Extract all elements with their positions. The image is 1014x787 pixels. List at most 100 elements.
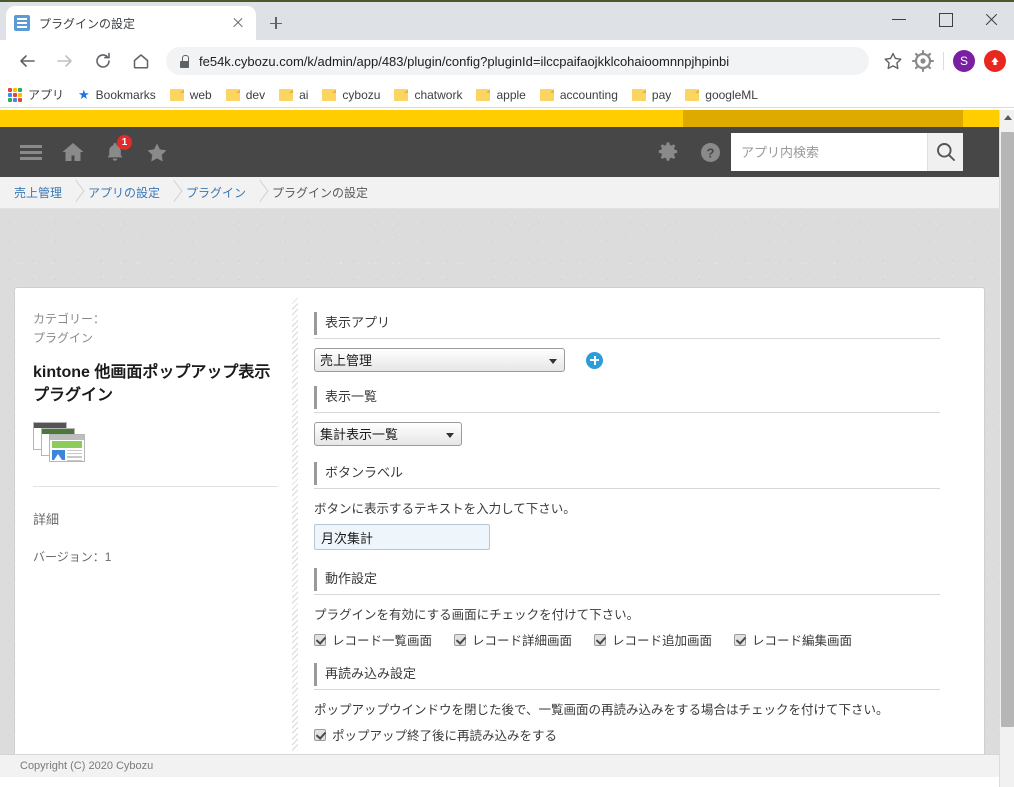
scrollbar-thumb[interactable] bbox=[1001, 132, 1014, 727]
help-icon[interactable]: ? bbox=[689, 127, 731, 177]
bookmark-folder-cybozu[interactable]: cybozu bbox=[322, 88, 380, 102]
reload-button[interactable] bbox=[88, 46, 118, 76]
extension-red-icon[interactable] bbox=[984, 50, 1006, 72]
browser-tab[interactable]: プラグインの設定 bbox=[6, 6, 256, 40]
folder-icon bbox=[685, 88, 700, 101]
favorite-star-icon[interactable] bbox=[136, 127, 178, 177]
checkbox-box[interactable] bbox=[314, 728, 326, 741]
display-app-select[interactable]: 売上管理 bbox=[314, 348, 565, 372]
window-close-button[interactable] bbox=[968, 2, 1014, 36]
section-rule bbox=[314, 594, 940, 595]
back-button[interactable] bbox=[12, 46, 42, 76]
checkbox-reload-after-popup[interactable]: ポップアップ終了後に再読み込みをする bbox=[314, 725, 557, 744]
extensions-puzzle-icon[interactable] bbox=[909, 47, 937, 75]
tab-title: プラグインの設定 bbox=[39, 16, 136, 31]
checkbox-label: レコード詳細画面 bbox=[472, 634, 573, 648]
bookmark-star-icon[interactable] bbox=[879, 47, 907, 75]
display-app-select-wrapper[interactable]: 売上管理 bbox=[314, 348, 565, 372]
bookmark-folder-apple[interactable]: apple bbox=[476, 88, 526, 102]
plugin-settings-form: 表示アプリ 売上管理 表示一覧 集計表示一覧 ボタンラベル ボタンに表示するテキ… bbox=[298, 288, 984, 761]
folder-icon bbox=[394, 88, 409, 101]
checkbox-box[interactable] bbox=[594, 633, 607, 646]
new-tab-button[interactable] bbox=[262, 9, 290, 37]
bookmark-folder-chatwork[interactable]: chatwork bbox=[394, 88, 462, 102]
scroll-up-arrow-icon[interactable] bbox=[1000, 110, 1014, 125]
svg-text:?: ? bbox=[706, 145, 714, 160]
bookmark-label: googleML bbox=[705, 87, 758, 102]
profile-avatar[interactable]: S bbox=[953, 50, 975, 72]
breadcrumb: 売上管理 アプリの設定 プラグイン プラグインの設定 bbox=[0, 177, 999, 209]
checkbox-label: レコード一覧画面 bbox=[332, 634, 433, 648]
plugin-icon-lines bbox=[67, 449, 82, 462]
bookmark-folder-web[interactable]: web bbox=[169, 87, 212, 102]
bookmark-folder-ai[interactable]: ai bbox=[279, 88, 308, 102]
notification-bell-icon[interactable]: 1 bbox=[94, 127, 136, 177]
kintone-header-right: ? bbox=[647, 127, 999, 177]
checkbox-box[interactable] bbox=[734, 633, 747, 646]
breadcrumb-separator-icon bbox=[62, 177, 88, 209]
folder-icon bbox=[322, 88, 337, 101]
apps-grid-icon bbox=[8, 87, 22, 102]
bookmark-bookmarks[interactable]: ★ Bookmarks bbox=[78, 88, 156, 102]
display-view-select-wrapper[interactable]: 集計表示一覧 bbox=[314, 422, 462, 446]
section-display-app: 表示アプリ 売上管理 bbox=[314, 312, 940, 372]
bookmark-folder-dev[interactable]: dev bbox=[225, 88, 265, 102]
plugin-config-card: カテゴリー： プラグイン kintone 他画面ポップアップ表示プラグイン 詳細… bbox=[14, 287, 985, 762]
bookmark-label: pay bbox=[651, 87, 672, 102]
search-button[interactable] bbox=[927, 133, 963, 171]
search-input[interactable] bbox=[731, 134, 927, 170]
page-scrollbar[interactable] bbox=[999, 110, 1014, 787]
checkbox-record-create[interactable]: レコード追加画面 bbox=[594, 630, 712, 649]
add-app-button[interactable] bbox=[586, 351, 604, 369]
breadcrumb-separator-icon bbox=[160, 177, 186, 209]
checkbox-record-edit[interactable]: レコード編集画面 bbox=[734, 630, 852, 649]
hamburger-icon[interactable] bbox=[10, 127, 52, 177]
window-maximize-button[interactable] bbox=[922, 2, 968, 36]
notification-badge: 1 bbox=[117, 135, 132, 150]
window-minimize-button[interactable] bbox=[876, 2, 922, 36]
section-help-text: ポップアップウインドウを閉じた後で、一覧画面の再読み込みをする場合はチェックを付… bbox=[314, 703, 889, 717]
plugin-windows-icon bbox=[33, 421, 85, 462]
checkbox-record-list[interactable]: レコード一覧画面 bbox=[314, 630, 432, 649]
bookmark-folder-pay[interactable]: pay bbox=[631, 87, 672, 102]
section-behavior: 動作設定 プラグインを有効にする画面にチェックを付けて下さい。 レコード一覧画面 bbox=[314, 568, 940, 649]
forward-button[interactable] bbox=[50, 46, 80, 76]
breadcrumb-item-app-settings[interactable]: アプリの設定 bbox=[88, 184, 160, 201]
button-label-input[interactable] bbox=[314, 524, 490, 550]
section-help-text: プラグインを有効にする画面にチェックを付けて下さい。 bbox=[314, 608, 640, 622]
app-search-box[interactable] bbox=[731, 133, 963, 171]
theme-bar-right bbox=[963, 110, 999, 127]
section-rule bbox=[314, 488, 940, 489]
address-bar[interactable]: fe54k.cybozu.com/k/admin/app/483/plugin/… bbox=[166, 47, 869, 75]
bookmark-apps[interactable]: アプリ bbox=[8, 86, 64, 103]
checkbox-record-detail[interactable]: レコード詳細画面 bbox=[454, 630, 572, 649]
bookmark-label: Bookmarks bbox=[95, 87, 156, 102]
tab-close-icon[interactable] bbox=[228, 13, 248, 33]
bookmark-label: accounting bbox=[559, 87, 618, 102]
bookmark-label: web bbox=[189, 87, 212, 102]
window-controls bbox=[876, 2, 1014, 36]
bookmark-folder-googleml[interactable]: googleML bbox=[685, 88, 758, 102]
section-button-label: ボタンラベル ボタンに表示するテキストを入力して下さい。 bbox=[314, 462, 940, 550]
bookmark-folder-accounting[interactable]: accounting bbox=[539, 87, 618, 102]
gear-icon[interactable] bbox=[647, 127, 689, 177]
bookmark-label: chatwork bbox=[414, 87, 463, 102]
plugin-info-panel: カテゴリー： プラグイン kintone 他画面ポップアップ表示プラグイン 詳細… bbox=[15, 288, 298, 761]
checkbox-label: レコード追加画面 bbox=[612, 634, 713, 648]
display-view-select[interactable]: 集計表示一覧 bbox=[314, 422, 462, 446]
breadcrumb-item-app[interactable]: 売上管理 bbox=[14, 184, 62, 201]
kintone-theme-bar bbox=[0, 110, 999, 127]
checkbox-box[interactable] bbox=[454, 633, 467, 646]
plugin-icon-image bbox=[52, 449, 65, 460]
behavior-checkbox-group: レコード一覧画面 レコード詳細画面 レコード追加画面 レコード編集画面 bbox=[314, 630, 940, 649]
section-rule bbox=[314, 689, 940, 690]
section-label: 表示一覧 bbox=[314, 386, 940, 409]
home-icon[interactable] bbox=[52, 127, 94, 177]
kintone-header-left: 1 bbox=[0, 127, 178, 177]
kintone-page: 1 ? アプリ内検索 売上管理 アプリの設定 プラグイン プラグインの設定 カテ… bbox=[0, 110, 999, 787]
breadcrumb-item-plugin[interactable]: プラグイン bbox=[186, 184, 246, 201]
home-button[interactable] bbox=[126, 46, 156, 76]
folder-icon bbox=[169, 88, 184, 101]
plugin-icon-green-bar bbox=[52, 440, 82, 448]
checkbox-box[interactable] bbox=[314, 633, 326, 646]
